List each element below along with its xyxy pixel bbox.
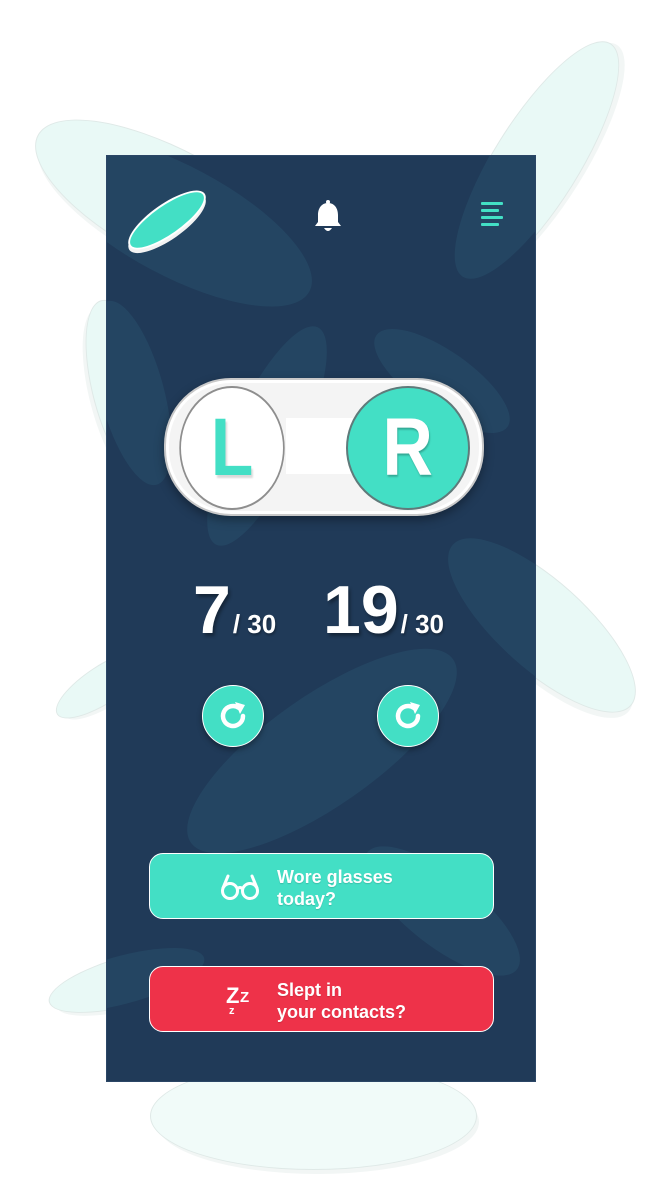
right-day-counter: 19/ 30: [323, 576, 444, 644]
left-day-counter: 7/ 30: [193, 576, 276, 644]
left-days-value: 7: [193, 572, 231, 648]
wore-glasses-line2: today?: [277, 889, 337, 909]
right-days-total: / 30: [400, 609, 445, 639]
right-days-value: 19: [323, 572, 399, 648]
menu-icon[interactable]: [477, 202, 505, 230]
left-days-total: / 30: [232, 609, 277, 639]
left-eye-label: L: [210, 402, 254, 493]
left-eye-button[interactable]: L: [179, 386, 285, 510]
right-eye-label: R: [382, 402, 434, 493]
lens-case-toggle: L R: [164, 378, 484, 516]
inner-lens-decoration: [159, 614, 485, 888]
refresh-icon: [395, 702, 421, 729]
slept-in-contacts-button[interactable]: ZZz Slept in your contacts?: [149, 966, 494, 1032]
reset-right-button[interactable]: [377, 685, 439, 747]
slept-in-contacts-label: Slept in your contacts?: [277, 979, 477, 1023]
slept-in-contacts-line1: Slept in: [277, 980, 343, 1000]
wore-glasses-line1: Wore glasses: [277, 867, 393, 887]
right-eye-button[interactable]: R: [346, 386, 470, 510]
slept-in-contacts-line2: your contacts?: [277, 1002, 407, 1022]
app-stage: L R 7/ 30 19/ 30 Wore glasses today? Z Z…: [0, 0, 667, 1178]
phone-screen: L R 7/ 30 19/ 30 Wore glasses today? Z Z…: [107, 156, 535, 1081]
refresh-icon: [220, 702, 246, 729]
bell-icon[interactable]: [312, 200, 344, 234]
glasses-icon: [220, 868, 260, 906]
wore-glasses-label: Wore glasses today?: [277, 866, 477, 910]
wore-glasses-button[interactable]: Wore glasses today?: [149, 853, 494, 919]
reset-left-button[interactable]: [202, 685, 264, 747]
zzz-sleep-icon: ZZz: [226, 983, 250, 1017]
